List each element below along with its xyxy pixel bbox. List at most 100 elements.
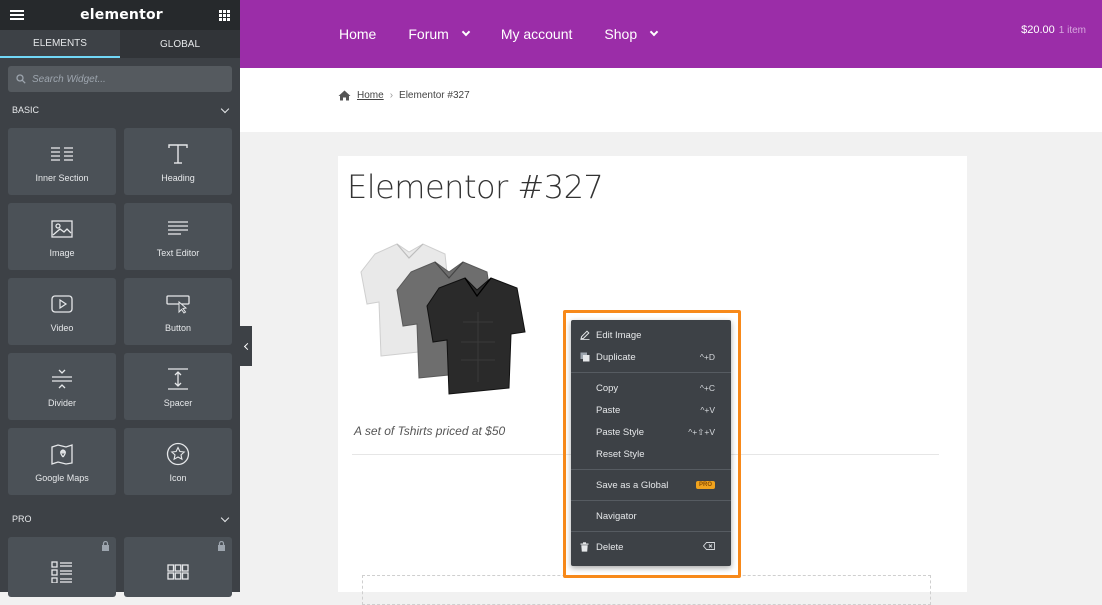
- widget-label: Image: [49, 247, 75, 258]
- menu-separator: [571, 500, 731, 501]
- widget-label: Video: [50, 322, 74, 333]
- widget-portfolio[interactable]: [124, 537, 232, 597]
- section-pro-header[interactable]: PRO: [0, 501, 240, 537]
- widget-inner-section[interactable]: Inner Section: [8, 128, 116, 195]
- portfolio-icon: [167, 559, 189, 585]
- empty-section-dropzone[interactable]: [362, 575, 931, 605]
- menu-item-paste-style[interactable]: Paste Style ^+⇧+V: [571, 421, 731, 443]
- widget-button[interactable]: Button: [124, 278, 232, 345]
- widget-label: Text Editor: [156, 247, 200, 258]
- chevron-left-icon: [243, 342, 251, 350]
- menu-item-label: Duplicate: [596, 351, 636, 363]
- widget-label: Google Maps: [35, 472, 89, 483]
- menu-item-label: Navigator: [596, 510, 637, 522]
- widget-image[interactable]: Image: [8, 203, 116, 270]
- tab-elements[interactable]: ELEMENTS: [0, 30, 120, 58]
- product-image[interactable]: [353, 232, 531, 410]
- breadcrumb-current: Elementor #327: [399, 90, 470, 101]
- context-menu: Edit Image Duplicate ^+D Copy ^+C Paste …: [571, 320, 731, 566]
- panel-collapse-button[interactable]: [240, 326, 252, 366]
- cart-total: $20.00: [1021, 24, 1055, 36]
- widget-divider[interactable]: Divider: [8, 353, 116, 420]
- nav-item-home[interactable]: Home: [339, 26, 376, 42]
- button-icon: [166, 291, 190, 317]
- widget-posts[interactable]: [8, 537, 116, 597]
- inner-section-icon: [50, 141, 74, 167]
- pro-badge: PRO: [695, 481, 715, 489]
- menu-item-edit-image[interactable]: Edit Image: [571, 324, 731, 346]
- menu-item-label: Delete: [596, 541, 624, 553]
- menu-icon[interactable]: [10, 10, 24, 20]
- section-pro-label: PRO: [12, 514, 32, 524]
- google-maps-icon: [50, 441, 74, 467]
- widget-text-editor[interactable]: Text Editor: [124, 203, 232, 270]
- menu-item-duplicate[interactable]: Duplicate ^+D: [571, 346, 731, 368]
- panel-tabs: ELEMENTS GLOBAL: [0, 30, 240, 58]
- chevron-down-icon: [649, 27, 659, 37]
- widget-icon[interactable]: Icon: [124, 428, 232, 495]
- widgets-grid-icon[interactable]: [218, 9, 230, 21]
- widget-label: Heading: [161, 172, 195, 183]
- primary-nav: Home Forum My account Shop: [339, 0, 689, 68]
- home-icon: [338, 90, 351, 101]
- shortcut-label: ^+⇧+V: [688, 426, 715, 437]
- lock-icon: [218, 541, 225, 551]
- widget-video[interactable]: Video: [8, 278, 116, 345]
- image-caption: A set of Tshirts priced at $50: [354, 424, 506, 438]
- widget-spacer[interactable]: Spacer: [124, 353, 232, 420]
- posts-icon: [51, 559, 73, 585]
- nav-label: Home: [339, 26, 377, 42]
- lock-icon: [102, 541, 109, 551]
- search-widget-input[interactable]: [32, 73, 212, 85]
- menu-item-label: Copy: [596, 382, 619, 394]
- widget-label: Inner Section: [35, 172, 89, 183]
- menu-separator: [571, 531, 731, 532]
- nav-item-my-account[interactable]: My account: [501, 26, 573, 42]
- tab-global[interactable]: GLOBAL: [120, 30, 240, 58]
- shortcut-label: ^+V: [700, 405, 715, 415]
- divider-icon: [50, 366, 74, 392]
- widget-google-maps[interactable]: Google Maps: [8, 428, 116, 495]
- breadcrumb-separator: ›: [389, 90, 394, 101]
- nav-item-shop[interactable]: Shop: [604, 26, 659, 42]
- breadcrumb: Home › Elementor #327: [338, 90, 470, 101]
- panel-header: elementor: [0, 0, 240, 30]
- widget-heading[interactable]: Heading: [124, 128, 232, 195]
- video-icon: [51, 291, 73, 317]
- menu-item-copy[interactable]: Copy ^+C: [571, 377, 731, 399]
- menu-item-navigator[interactable]: Navigator: [571, 505, 731, 527]
- widget-label: Spacer: [163, 397, 193, 408]
- menu-item-label: Paste: [596, 404, 621, 416]
- shortcut-label: ^+C: [699, 383, 715, 393]
- menu-item-paste[interactable]: Paste ^+V: [571, 399, 731, 421]
- shortcut-label: ^+D: [699, 352, 715, 362]
- search-widget-box: [8, 66, 232, 92]
- menu-item-label: Reset Style: [596, 448, 645, 460]
- menu-separator: [571, 469, 731, 470]
- menu-item-label: Save as a Global: [596, 479, 669, 491]
- pencil-icon: [579, 330, 590, 341]
- menu-item-delete[interactable]: Delete: [571, 536, 731, 558]
- breadcrumb-home-link[interactable]: Home: [357, 90, 384, 101]
- nav-label: My account: [500, 26, 573, 42]
- nav-label: Forum: [408, 26, 449, 42]
- chevron-down-icon: [220, 104, 230, 113]
- menu-item-label: Edit Image: [596, 329, 642, 341]
- menu-item-save-as-global[interactable]: Save as a Global PRO: [571, 474, 731, 496]
- widget-label: Button: [164, 322, 192, 333]
- spacer-icon: [166, 366, 190, 392]
- text-editor-icon: [167, 216, 189, 242]
- heading-icon: [167, 141, 189, 167]
- menu-item-reset-style[interactable]: Reset Style: [571, 443, 731, 465]
- nav-label: Shop: [604, 26, 638, 42]
- cart-summary[interactable]: $20.00 1 item: [1021, 24, 1086, 36]
- menu-separator: [571, 372, 731, 373]
- nav-item-forum[interactable]: Forum: [408, 26, 471, 42]
- search-icon: [16, 74, 26, 84]
- page-title: Elementor #327: [347, 168, 604, 206]
- backspace-icon: [702, 542, 715, 552]
- breadcrumb-bar: Home › Elementor #327: [240, 68, 1102, 132]
- star-icon: [166, 441, 190, 467]
- section-basic-label: BASIC: [12, 105, 40, 115]
- section-basic-header[interactable]: BASIC: [0, 92, 240, 128]
